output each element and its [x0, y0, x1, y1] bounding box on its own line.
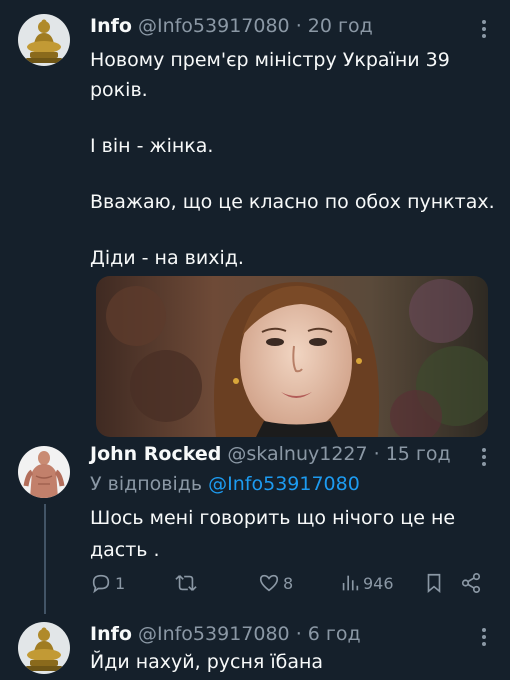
tweet-header: Info @Info53917080 · 20 год	[90, 14, 373, 38]
separator-dot: ·	[295, 623, 302, 645]
reply-handle-link[interactable]: @Info53917080	[208, 473, 360, 495]
author-handle[interactable]: @skalnuy1227	[227, 443, 367, 465]
reply-count: 1	[115, 573, 126, 593]
author-name[interactable]: Info	[90, 15, 132, 37]
bookmark-button[interactable]	[424, 569, 444, 597]
more-options-icon[interactable]	[478, 626, 490, 648]
like-button[interactable]: 8	[258, 569, 293, 597]
tweet-line	[90, 162, 495, 188]
buddha-avatar-icon[interactable]	[18, 14, 70, 66]
more-options-icon[interactable]	[478, 446, 490, 468]
tweet-text: Новому прем'єр міністру України 39 років…	[90, 46, 495, 274]
reply-prefix: У відповідь	[90, 473, 203, 495]
tweet-line: І він - жінка.	[90, 135, 214, 157]
buddha-statue-icon	[18, 14, 70, 66]
share-icon	[461, 573, 481, 593]
share-button[interactable]	[460, 569, 482, 597]
buddha-avatar-icon[interactable]	[18, 622, 70, 674]
tweet-header: John Rocked @skalnuy1227 · 15 год	[90, 442, 451, 466]
tweet-line: років.	[90, 79, 148, 101]
author-name[interactable]: John Rocked	[90, 443, 221, 465]
separator-dot: ·	[295, 15, 302, 37]
tweet-line	[90, 106, 495, 132]
tweet-line: дасть .	[90, 539, 160, 561]
tweet-media-photo[interactable]	[96, 276, 488, 437]
tweet-header: Info @Info53917080 · 6 год	[90, 622, 361, 646]
separator-dot: ·	[373, 443, 380, 465]
more-options-icon[interactable]	[478, 18, 490, 40]
tweet-actions: 1 8 946	[90, 569, 490, 597]
tweet-text: Шось мені говорить що нічого це не дасть…	[90, 504, 455, 566]
tweet-line: Діди - на вихід.	[90, 247, 244, 269]
tweet-line: Новому прем'єр міністру України 39	[90, 49, 450, 71]
timestamp[interactable]: 6 год	[308, 623, 361, 645]
shirtless-man-icon	[18, 446, 70, 498]
tweet-1[interactable]: Info @Info53917080 · 20 год Новому прем'…	[0, 0, 510, 270]
author-handle[interactable]: @Info53917080	[138, 15, 290, 37]
tweet-text: Йди нахуй, русня їбана	[90, 648, 323, 676]
tweet-line: Вважаю, що це класно по обох пунктах.	[90, 191, 495, 213]
portrait-photo-icon	[96, 276, 488, 437]
timestamp[interactable]: 15 год	[386, 443, 451, 465]
reply-button[interactable]: 1	[90, 569, 125, 597]
buddha-statue-icon	[18, 622, 70, 674]
author-name[interactable]: Info	[90, 623, 132, 645]
author-handle[interactable]: @Info53917080	[138, 623, 290, 645]
retweet-button[interactable]	[174, 569, 201, 597]
reply-icon	[92, 574, 110, 594]
tweet-line: Шось мені говорить що нічого це не	[90, 507, 456, 529]
retweet-icon	[175, 575, 197, 591]
tweet-line: Йди нахуй, русня їбана	[90, 651, 324, 673]
timestamp[interactable]: 20 год	[308, 15, 373, 37]
tweet-3[interactable]: Info @Info53917080 · 6 год Йди нахуй, ру…	[0, 614, 510, 680]
reply-context: У відповідь @Info53917080	[90, 472, 360, 496]
tweet-line	[90, 218, 495, 244]
heart-icon	[259, 574, 279, 592]
views-button[interactable]: 946	[340, 569, 394, 597]
john-avatar-icon[interactable]	[18, 446, 70, 498]
views-chart-icon	[342, 575, 359, 591]
like-count: 8	[283, 573, 294, 593]
bookmark-icon	[427, 573, 441, 594]
view-count: 946	[363, 573, 394, 593]
